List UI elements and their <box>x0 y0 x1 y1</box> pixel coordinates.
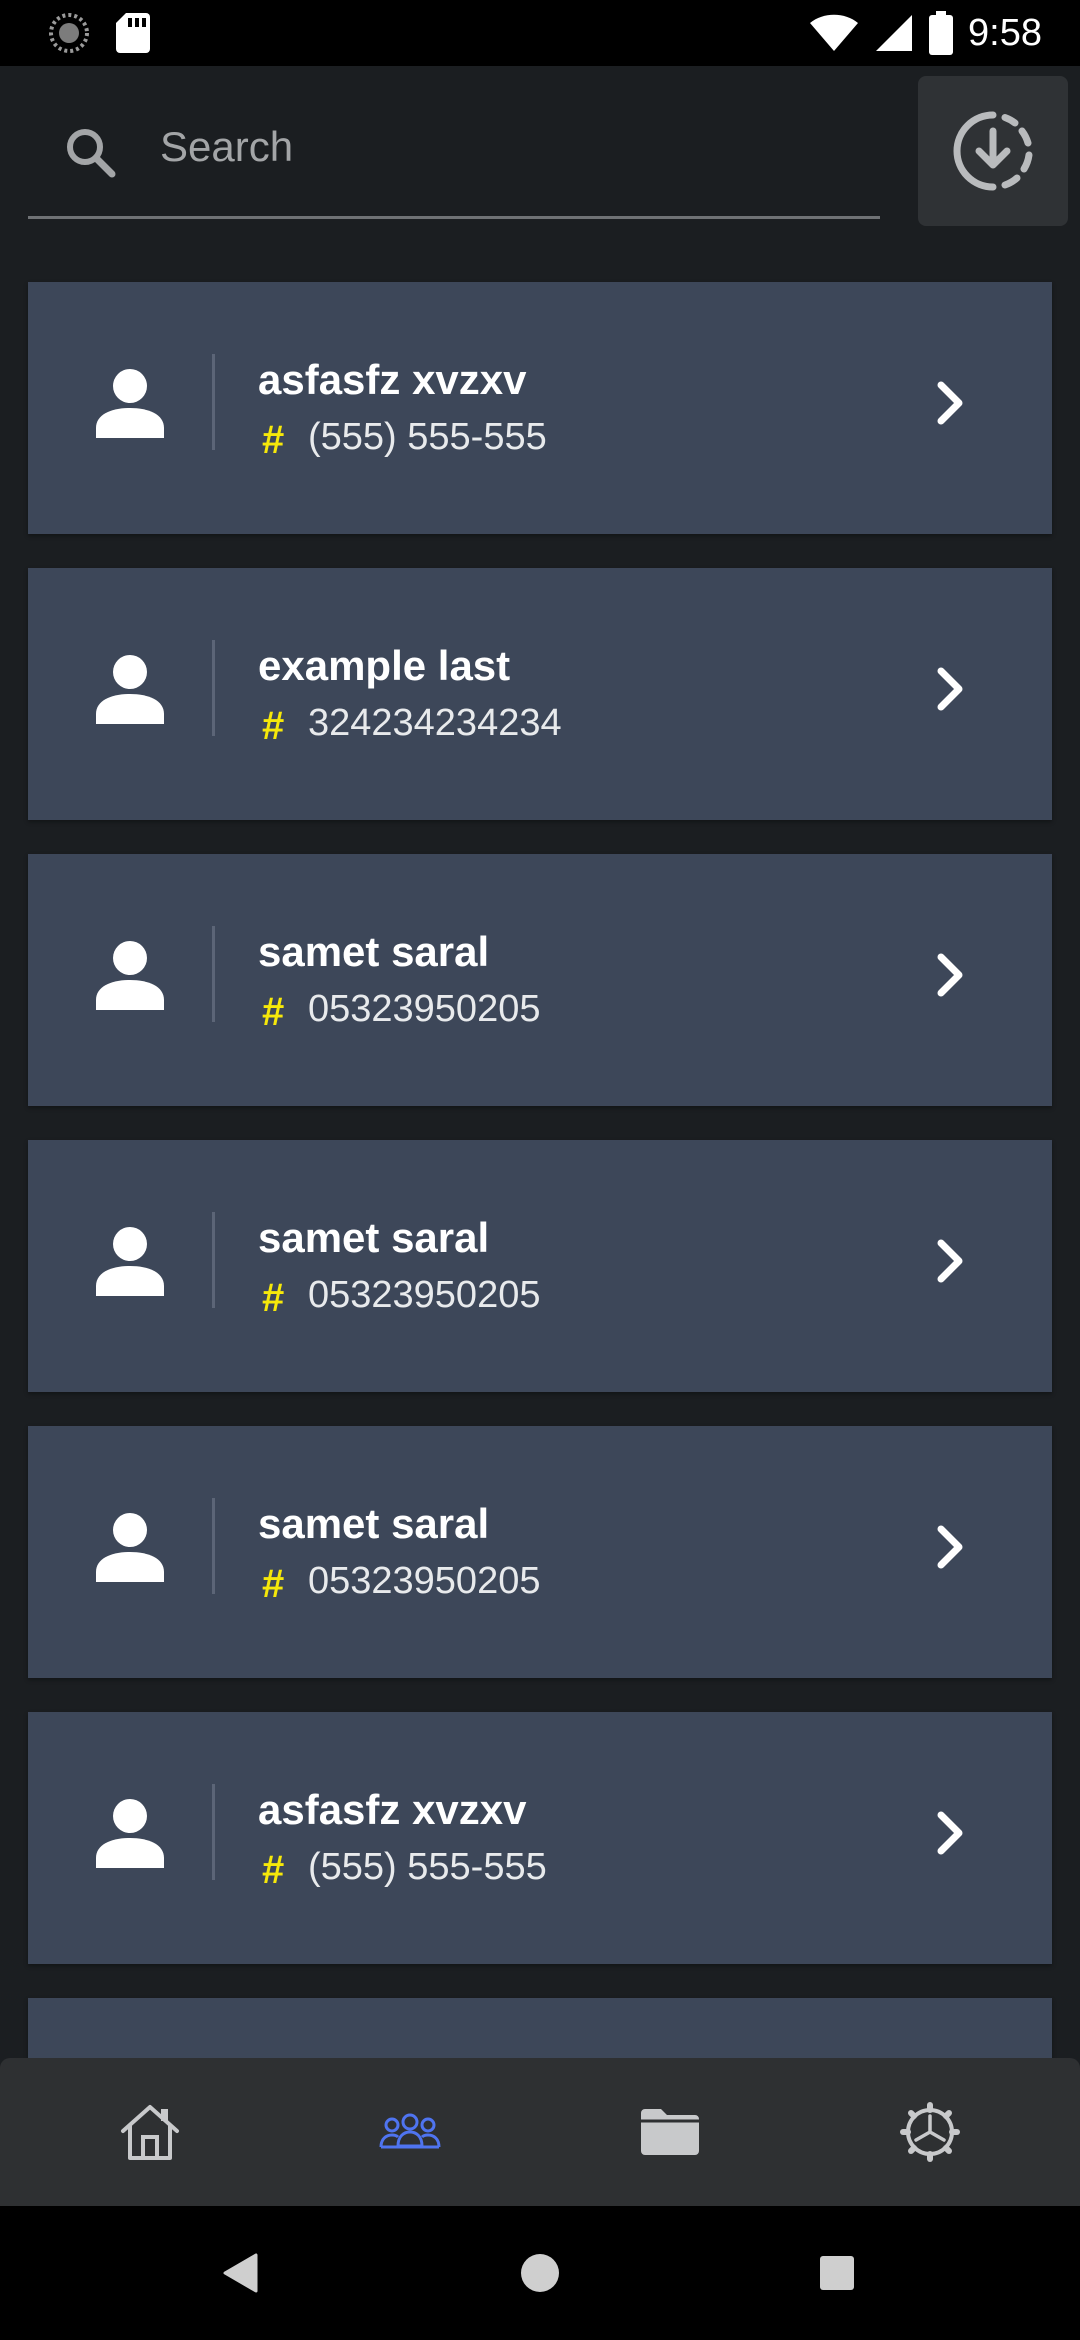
card-divider <box>212 640 215 736</box>
nav-home[interactable] <box>20 2058 280 2206</box>
chevron-right-icon <box>937 1239 963 1283</box>
contact-list[interactable]: asfasfz xvzxv # (555) 555-555 example la… <box>0 0 1080 2058</box>
settings-gear-icon <box>900 2102 960 2162</box>
sd-card-icon <box>116 13 150 53</box>
contact-phone: 324234234234 <box>308 702 562 744</box>
card-divider <box>212 354 215 450</box>
card-divider <box>212 1212 215 1308</box>
hash-icon: # <box>262 1848 285 1892</box>
system-recents-button[interactable] <box>757 2206 917 2340</box>
chevron-right-icon <box>937 381 963 425</box>
system-back-button[interactable] <box>160 2206 320 2340</box>
hash-icon: # <box>262 990 285 1034</box>
contact-name: samet saral <box>258 928 490 975</box>
contact-name: samet saral <box>258 1214 490 1261</box>
chevron-right-icon <box>937 667 963 711</box>
contact-card[interactable]: samet saral # 05323950205 <box>28 1140 1052 1392</box>
search-bar[interactable] <box>28 100 880 220</box>
card-divider <box>212 1498 215 1594</box>
screen: asfasfz xvzxv # (555) 555-555 example la… <box>0 0 1080 2340</box>
contact-card[interactable]: asfasfz xvzxv # (555) 555-555 <box>28 1712 1052 1964</box>
download-button[interactable] <box>918 76 1068 226</box>
contact-card[interactable]: asfasfz xvzxv # (555) 555-555 <box>28 282 1052 534</box>
contact-phone: (555) 555-555 <box>308 1846 547 1888</box>
nav-settings[interactable] <box>800 2058 1060 2206</box>
hash-icon: # <box>262 1276 285 1320</box>
people-icon <box>379 2113 441 2149</box>
hash-icon: # <box>262 1562 285 1606</box>
search-underline <box>28 216 880 219</box>
person-icon <box>96 655 164 724</box>
status-time: 9:58 <box>968 12 1042 54</box>
contact-card[interactable]: samet saral # 05323950205 <box>28 1426 1052 1678</box>
contact-card[interactable]: example last # 324234234234 <box>28 568 1052 820</box>
system-home-button[interactable] <box>460 2206 620 2340</box>
loading-icon <box>49 13 89 53</box>
contact-name: asfasfz xvzxv <box>258 356 527 403</box>
cell-signal-icon <box>876 15 913 51</box>
person-icon <box>96 1513 164 1582</box>
chevron-right-icon <box>937 953 963 997</box>
system-nav-bar <box>0 2206 1080 2340</box>
recents-square-icon <box>820 2256 854 2290</box>
contact-card[interactable]: samet saral # 05323950205 <box>28 854 1052 1106</box>
chevron-right-icon <box>937 1525 963 1569</box>
contact-phone: (555) 555-555 <box>308 416 547 458</box>
status-bar: 9:58 <box>0 0 1080 66</box>
contact-phone: 05323950205 <box>308 1274 541 1316</box>
hash-icon: # <box>262 418 285 462</box>
search-icon <box>67 129 116 178</box>
contact-phone: 05323950205 <box>308 988 541 1030</box>
contact-name: example last <box>258 642 511 689</box>
chevron-right-icon <box>937 1811 963 1855</box>
person-icon <box>96 1227 164 1296</box>
hash-icon: # <box>262 704 285 748</box>
nav-folder[interactable] <box>540 2058 800 2206</box>
home-circle-icon <box>521 2254 559 2292</box>
contact-card-partial[interactable] <box>28 1998 1052 2058</box>
download-circle-icon <box>953 111 1033 191</box>
wifi-icon <box>810 14 859 51</box>
contact-name: samet saral <box>258 1500 490 1547</box>
battery-icon <box>929 11 954 55</box>
person-icon <box>96 369 164 438</box>
card-divider <box>212 1784 215 1880</box>
search-input[interactable] <box>158 112 858 182</box>
contact-phone: 05323950205 <box>308 1560 541 1602</box>
person-icon <box>96 1799 164 1868</box>
back-triangle-icon <box>223 2253 258 2293</box>
bottom-nav <box>0 2058 1080 2206</box>
contact-name: asfasfz xvzxv <box>258 1786 527 1833</box>
home-icon <box>121 2105 179 2160</box>
person-icon <box>96 941 164 1010</box>
folder-icon <box>641 2109 699 2155</box>
nav-contacts[interactable] <box>280 2058 540 2206</box>
card-divider <box>212 926 215 1022</box>
